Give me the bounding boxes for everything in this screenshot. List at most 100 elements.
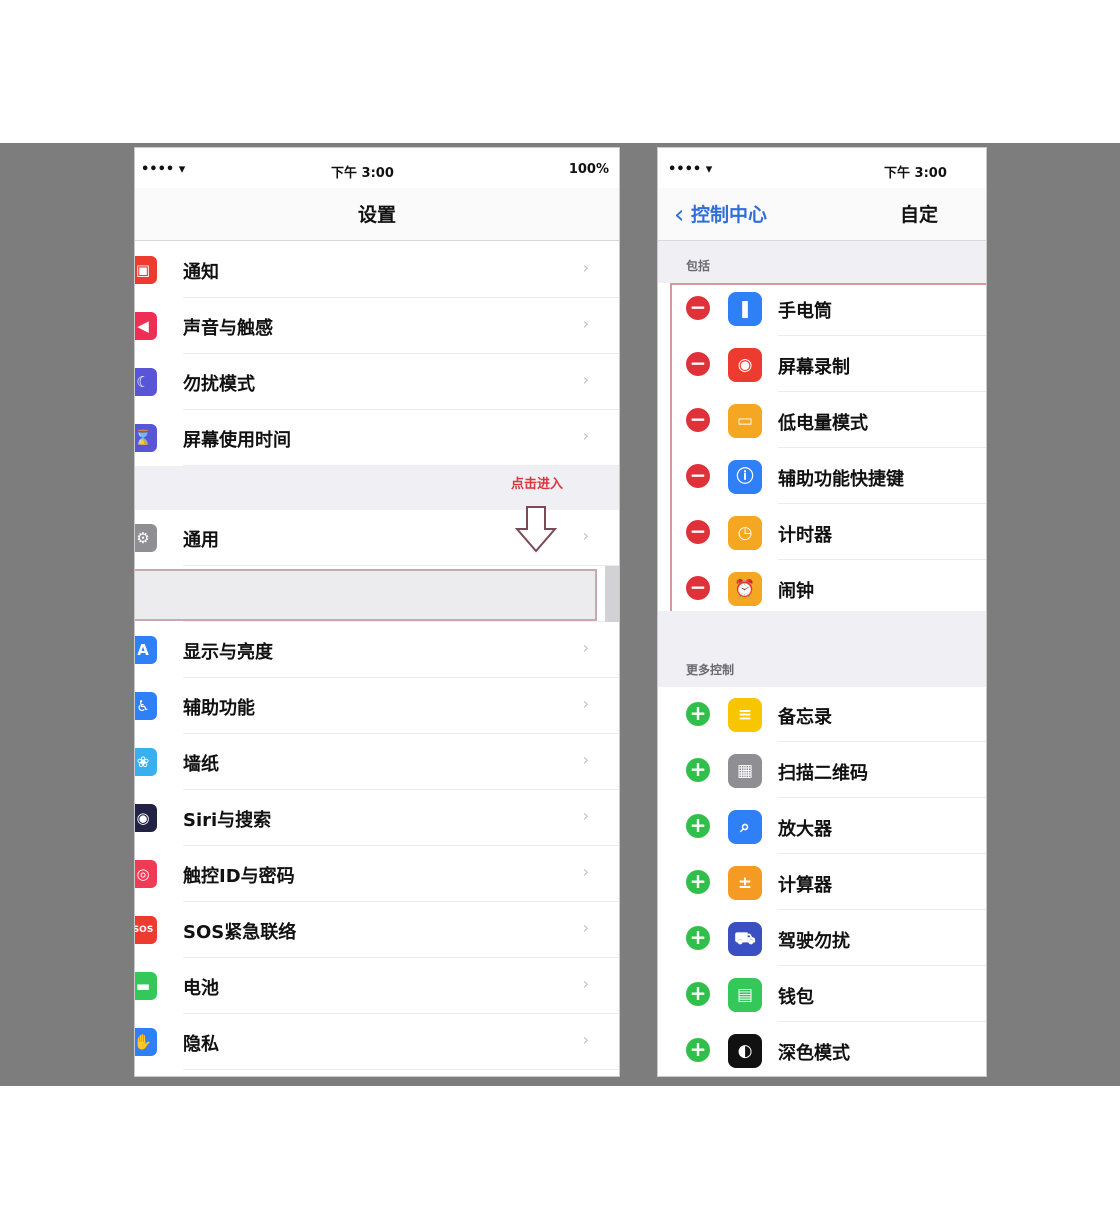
control-label: 低电量模式 [778,413,868,434]
page-title: 设置 [357,204,396,226]
nav-bar: 设置 [135,188,619,241]
wallet-icon: ▤ [728,978,762,1012]
settings-row-label: 通知 [183,262,219,283]
settings-row[interactable]: ☾ 勿扰模式 › [135,354,619,410]
settings-screen: •••• ▾ 下午 3:00 100% 设置 ▣ 通知 › ◀ 声音与触感 › ☾ 勿扰模式 ›… [134,147,620,1077]
settings-row-label: 声音与触感 [183,318,273,339]
gear-icon: ⚙ [135,524,157,552]
settings-row[interactable]: ◀ 声音与触感 › [135,298,619,354]
settings-row-label: 通用 [183,530,219,551]
chevron-right-icon: › [582,694,589,713]
section-header-include: 包括 [658,241,986,283]
back-label: 控制中心 [691,204,768,226]
add-control-button[interactable]: + [686,702,710,726]
settings-row-label: SOS紧急联络 [183,922,297,943]
bell-icon: ▣ [135,256,157,284]
calculator-icon: ± [728,866,762,900]
control-label: 放大器 [778,819,832,840]
control-row: + ⌕ 放大器 [658,798,986,854]
add-control-button[interactable]: + [686,926,710,950]
add-control-button[interactable]: + [686,870,710,894]
chevron-right-icon: › [582,918,589,937]
wallpaper-icon: ❀ [135,748,157,776]
settings-row[interactable]: ❀ 墙纸 › [135,734,619,790]
highlight-box [135,569,597,621]
remove-control-button[interactable]: − [686,464,710,488]
control-row: − ❚ 手电筒 [658,280,986,336]
settings-row[interactable]: ◎ 触控ID与密码 › [135,846,619,902]
sos-icon: SOS [135,916,157,944]
car-icon: ⛟ [728,922,762,956]
back-button[interactable]: ‹ 控制中心 [674,198,768,230]
settings-row[interactable]: ⌛ 屏幕使用时间 › [135,410,619,466]
control-row: + ⛟ 驾驶勿扰 [658,910,986,966]
remove-control-button[interactable]: − [686,352,710,376]
settings-row[interactable]: SOS SOS紧急联络 › [135,902,619,958]
accessibility-shortcut-icon: ⓘ [728,460,762,494]
record-icon: ◉ [728,348,762,382]
control-center-customize-screen: •••• ▾ 下午 3:00 ‹ 控制中心 自定 包括 − ❚ 手电筒 − ◉ 屏幕录制 −… [657,147,987,1077]
battery-indicator: 100% [568,162,609,177]
battery-icon: ▬ [135,972,157,1000]
chevron-right-icon: › [582,750,589,769]
fingerprint-icon: ◎ [135,860,157,888]
settings-row[interactable]: A 显示与亮度 › [135,622,619,678]
settings-row-label: 勿扰模式 [183,374,255,395]
add-control-button[interactable]: + [686,814,710,838]
chevron-left-icon: ‹ [674,200,685,230]
control-row: − ◷ 计时器 [658,504,986,560]
moon-icon: ☾ [135,368,157,396]
add-control-button[interactable]: + [686,758,710,782]
control-label: 辅助功能快捷键 [778,469,904,490]
flashlight-icon: ❚ [728,292,762,326]
control-row: − ⓘ 辅助功能快捷键 [658,448,986,504]
remove-control-button[interactable]: − [686,576,710,600]
brightness-icon: A [135,636,157,664]
qr-code-icon: ▦ [728,754,762,788]
settings-row[interactable]: ▣ 通知 › [135,242,619,298]
control-label: 深色模式 [778,1043,850,1064]
nav-bar: ‹ 控制中心 自定 [658,188,986,241]
control-label: 计时器 [778,525,832,546]
control-label: 扫描二维码 [778,763,868,784]
control-label: 闹钟 [778,581,814,602]
chevron-right-icon: › [582,638,589,657]
chevron-right-icon: › [582,974,589,993]
magnifier-icon: ⌕ [728,810,762,844]
control-row: − ⏰ 闹钟 [658,560,986,616]
remove-control-button[interactable]: − [686,408,710,432]
page-title: 自定 [899,204,938,226]
row-divider [183,1069,619,1070]
control-row: + ▦ 扫描二维码 [658,742,986,798]
add-control-button[interactable]: + [686,1038,710,1062]
control-label: 屏幕录制 [778,357,850,378]
notes-icon: ≡ [728,698,762,732]
control-label: 驾驶勿扰 [778,931,850,952]
settings-row-label: 隐私 [183,1034,219,1055]
remove-control-button[interactable]: − [686,520,710,544]
remove-control-button[interactable]: − [686,296,710,320]
settings-row[interactable]: ✋ 隐私 › [135,1014,619,1070]
section-header-label: 更多控制 [686,663,735,677]
control-row: + ≡ 备忘录 [658,686,986,742]
add-control-button[interactable]: + [686,982,710,1006]
settings-row[interactable]: ♿ 辅助功能 › [135,678,619,734]
section-header-more: 更多控制 [658,611,986,687]
status-bar: •••• ▾ 下午 3:00 [658,148,986,188]
accessibility-icon: ♿ [135,692,157,720]
settings-row-label: 屏幕使用时间 [183,430,291,451]
chevron-right-icon: › [582,862,589,881]
chevron-right-icon: › [582,314,589,333]
settings-row[interactable]: ▬ 电池 › [135,958,619,1014]
control-row: − ◉ 屏幕录制 [658,336,986,392]
carrier-signal: •••• ▾ [141,162,186,177]
settings-row-label: 电池 [183,978,219,999]
hourglass-icon: ⌛ [135,424,157,452]
settings-row-label: 辅助功能 [183,698,255,719]
chevron-right-icon: › [582,426,589,445]
speaker-icon: ◀ [135,312,157,340]
settings-row-label: 触控ID与密码 [183,866,295,887]
settings-row-label: 显示与亮度 [183,642,273,663]
settings-row[interactable]: ◉ Siri与搜索 › [135,790,619,846]
status-time: 下午 3:00 [884,166,947,181]
